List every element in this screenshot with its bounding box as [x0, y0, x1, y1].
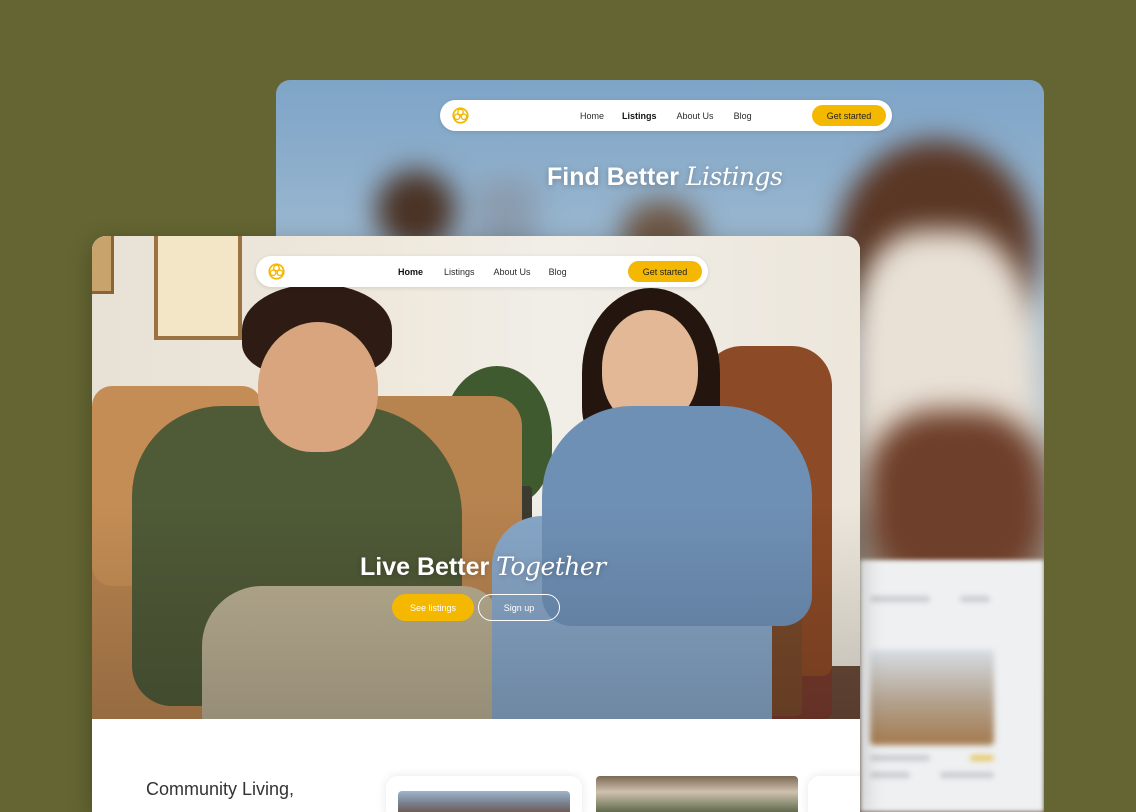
- photo-overlay: [92, 236, 860, 719]
- listing-card[interactable]: [386, 776, 582, 812]
- listing-thumbnail: [398, 791, 570, 812]
- top-navigation: Home Listings About Us Blog Get started: [256, 256, 708, 287]
- nav-link-listings[interactable]: Listings: [444, 267, 475, 277]
- blurred-rating: [970, 755, 994, 761]
- nav-link-home[interactable]: Home: [398, 267, 423, 277]
- sign-up-button[interactable]: Sign up: [478, 594, 560, 621]
- nav-link-blog[interactable]: Blog: [734, 111, 752, 121]
- hero-photo: [92, 236, 860, 719]
- blurred-text: [870, 755, 930, 761]
- home-page-window: Home Listings About Us Blog Get started …: [92, 236, 860, 812]
- hero-title: Live Better Together: [360, 552, 606, 582]
- nav-link-about-us[interactable]: About Us: [494, 267, 531, 277]
- blurred-text: [940, 772, 994, 778]
- flower-logo-icon[interactable]: [268, 263, 285, 280]
- flower-logo-icon[interactable]: [452, 107, 469, 124]
- listing-card[interactable]: [592, 776, 802, 812]
- nav-link-listings[interactable]: Listings: [622, 111, 657, 121]
- blurred-text: [870, 772, 910, 778]
- listings-preview-panel: [860, 560, 1044, 812]
- listing-card[interactable]: [808, 776, 860, 812]
- nav-link-about-us[interactable]: About Us: [677, 111, 714, 121]
- hero-title-plain: Find Better: [547, 163, 679, 191]
- listing-thumbnail: [870, 650, 994, 745]
- hero-title-italic: Together: [496, 552, 606, 581]
- hero-title-plain: Live Better: [360, 553, 490, 581]
- nav-link-blog[interactable]: Blog: [549, 267, 567, 277]
- see-listings-button[interactable]: See listings: [392, 594, 474, 621]
- listing-thumbnail: [596, 776, 798, 812]
- nav-link-home[interactable]: Home: [580, 111, 604, 121]
- blurred-text: [870, 596, 930, 602]
- section-heading: Community Living,: [146, 779, 295, 799]
- hero-title-italic: Listings: [685, 162, 783, 191]
- top-navigation: Home Listings About Us Blog Get started: [440, 100, 892, 131]
- hero-title: Find Better Listings: [547, 162, 783, 192]
- blurred-text: [960, 596, 990, 602]
- hero-actions: See listings Sign up: [392, 594, 560, 621]
- get-started-button[interactable]: Get started: [812, 105, 886, 126]
- get-started-button[interactable]: Get started: [628, 261, 702, 282]
